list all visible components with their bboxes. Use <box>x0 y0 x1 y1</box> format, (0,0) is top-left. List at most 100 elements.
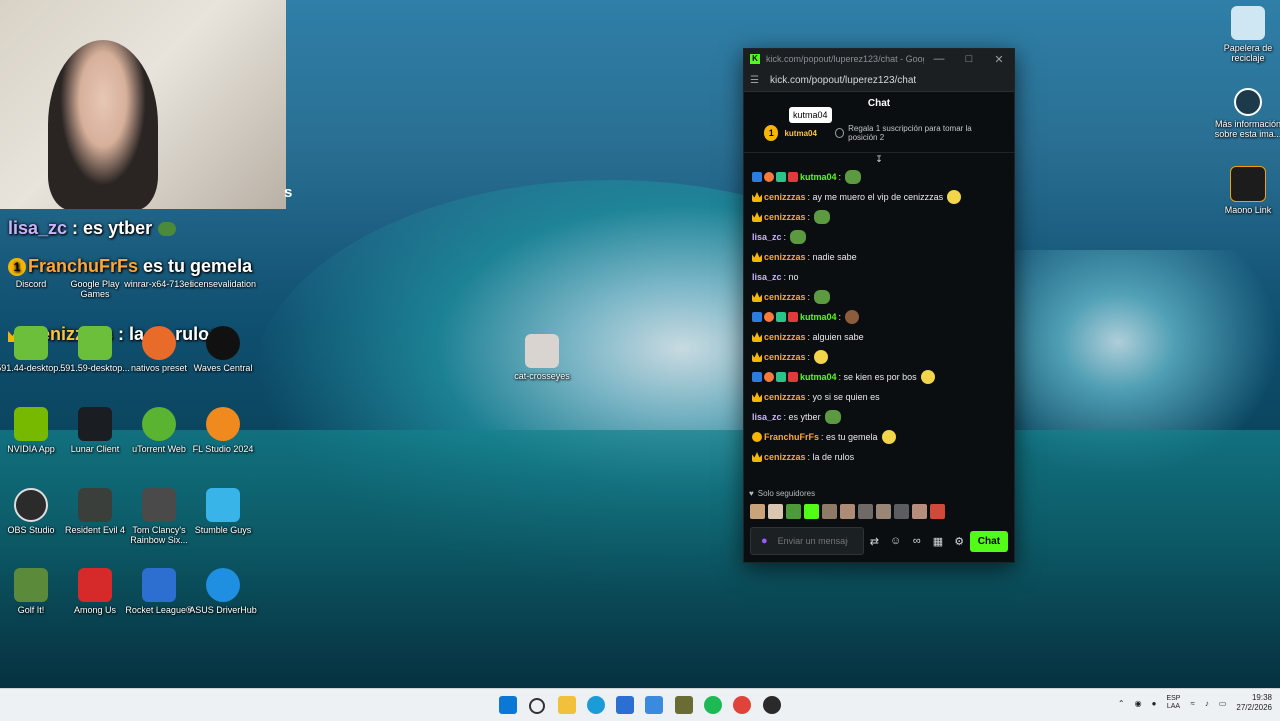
obs-taskbar-icon[interactable] <box>763 696 781 714</box>
desktop-icon-maono-link[interactable]: Maono Link <box>1210 166 1280 216</box>
chat-message: cenizzzas: <box>752 287 1006 307</box>
search-icon[interactable] <box>529 698 545 714</box>
chat-username[interactable]: lisa_zc <box>752 232 782 242</box>
og-badge-icon <box>764 372 774 382</box>
file-explorer-icon[interactable] <box>558 696 576 714</box>
outlook-icon[interactable] <box>645 696 663 714</box>
close-button[interactable]: ✕ <box>984 53 1014 66</box>
chat-message: lisa_zc: no <box>752 272 799 282</box>
windows-start-icon[interactable] <box>499 696 517 714</box>
gift-icon[interactable]: ▦ <box>927 535 948 548</box>
chat-text: es tu gemela <box>826 432 878 442</box>
chat-username[interactable]: kutma04 <box>800 372 837 382</box>
kick-logo-icon: K <box>750 54 760 64</box>
emote-icon[interactable] <box>858 504 873 519</box>
maximize-button[interactable]: □ <box>954 53 984 65</box>
emote-icon[interactable] <box>840 504 855 519</box>
emote-icon[interactable] <box>804 504 819 519</box>
moderator-badge-icon <box>752 172 762 182</box>
desktop-icon-label: Más información sobre esta ima... <box>1214 119 1280 139</box>
message-input-box[interactable]: ● <box>750 527 864 555</box>
desktop-icon-stumble-guys[interactable]: Stumble Guys <box>185 488 261 536</box>
desktop-icon-cat-crosseyes[interactable]: cat-crosseyes <box>504 334 580 382</box>
site-settings-icon[interactable]: ☰ <box>750 75 760 86</box>
chat-username[interactable]: cenizzzas <box>764 192 806 202</box>
chat-message: FranchuFrFs: es tu gemela <box>752 427 1006 447</box>
emote-icon <box>824 410 841 424</box>
chat-username[interactable]: FranchuFrFs <box>764 432 819 442</box>
emote-icon[interactable] <box>768 504 783 519</box>
chevron-up-icon[interactable]: ⌃ <box>1118 699 1125 708</box>
microphone-tray-icon[interactable]: ● <box>1152 699 1157 708</box>
desktop-icon-recycle-bin[interactable]: Papelera de reciclaje <box>1210 6 1280 64</box>
leaderboard-user[interactable]: kutma04 <box>784 129 816 138</box>
vip-badge-icon <box>776 372 786 382</box>
message-input[interactable] <box>775 535 850 547</box>
desktop-icon-asus-driverhub[interactable]: ASUS DriverHub <box>185 568 261 616</box>
emoji-icon[interactable]: ☺ <box>885 535 906 547</box>
send-chat-button[interactable]: Chat <box>969 530 1009 552</box>
spotify-icon[interactable] <box>704 696 722 714</box>
image-icon <box>525 334 559 368</box>
emote-icon[interactable] <box>894 504 909 519</box>
emote-icon <box>790 230 807 244</box>
chat-text: es ytber <box>788 412 821 422</box>
chat-username[interactable]: kutma04 <box>800 172 837 182</box>
vip-badge-icon <box>776 172 786 182</box>
chat-username[interactable]: lisa_zc <box>752 412 782 422</box>
emote-icon[interactable] <box>912 504 927 519</box>
edge-icon[interactable] <box>587 696 605 714</box>
system-tray: ⌃ ◉ ● ESP LAA ≈ ♪ ▭ 19:38 27/2/2026 <box>1118 693 1272 714</box>
desktop-icon-fl-studio[interactable]: FL Studio 2024 <box>185 407 261 455</box>
emote-icon[interactable] <box>822 504 837 519</box>
chat-message: kutma04: se kien es por bos <box>752 367 1006 387</box>
fl-studio-icon <box>206 407 240 441</box>
chat-message: cenizzzas: alguien sabe <box>752 327 1006 347</box>
chat-username[interactable]: cenizzzas <box>764 352 806 362</box>
moderator-badge-icon <box>752 372 762 382</box>
maono-icon <box>1230 166 1266 202</box>
battery-icon[interactable]: ▭ <box>1219 699 1227 708</box>
chat-username[interactable]: cenizzzas <box>764 332 806 342</box>
scroll-to-bottom-icon[interactable]: ↧ <box>744 153 1014 167</box>
minecraft-icon[interactable] <box>675 696 693 714</box>
chat-username[interactable]: cenizzzas <box>764 252 806 262</box>
camera-icon <box>1234 88 1262 116</box>
clock[interactable]: 19:38 27/2/2026 <box>1236 693 1272 714</box>
desktop-icon-licensevalidation[interactable]: licensevalidation <box>185 279 261 290</box>
taskbar: ⌃ ◉ ● ESP LAA ≈ ♪ ▭ 19:38 27/2/2026 <box>0 688 1280 721</box>
overlay-username: lisa_zc <box>8 218 68 238</box>
minimize-button[interactable]: — <box>924 53 954 65</box>
desktop-icon-label: Among Us <box>73 605 117 615</box>
wallpaper-sea <box>0 430 1280 700</box>
chat-username[interactable]: kutma04 <box>800 312 837 322</box>
nvidia-icon <box>14 407 48 441</box>
gift-subscription-prompt[interactable]: Regala 1 suscripción para tomar la posic… <box>834 124 994 142</box>
desktop-icon-spotlight-info[interactable]: Más información sobre esta ima... <box>1210 88 1280 140</box>
chat-username[interactable]: lisa_zc <box>752 272 782 282</box>
chat-username[interactable]: cenizzzas <box>764 452 806 462</box>
volume-icon[interactable]: ♪ <box>1205 699 1209 708</box>
language-indicator[interactable]: ESP LAA <box>1166 695 1180 712</box>
address-bar[interactable]: ☰ kick.com/popout/luperez123/chat <box>744 69 1014 92</box>
store-icon[interactable] <box>616 696 634 714</box>
network-icon[interactable]: ◉ <box>1135 699 1142 708</box>
desktop-icon-waves-central[interactable]: Waves Central <box>185 326 261 374</box>
desktop-icon-label: OBS Studio <box>7 525 55 535</box>
window-title: kick.com/popout/luperez123/chat - Google… <box>766 54 924 64</box>
emote-icon[interactable] <box>930 504 945 519</box>
emote-icon[interactable] <box>750 504 765 519</box>
gear-icon[interactable]: ⚙ <box>949 535 970 548</box>
chat-username[interactable]: cenizzzas <box>764 212 806 222</box>
wifi-icon[interactable]: ≈ <box>1190 699 1194 708</box>
translate-icon[interactable]: ⇄ <box>864 535 885 548</box>
chrome-icon[interactable] <box>733 696 751 714</box>
emote-icon[interactable] <box>786 504 801 519</box>
link-icon[interactable]: ∞ <box>906 535 927 547</box>
emote-icon[interactable] <box>876 504 891 519</box>
emote-quick-bar <box>750 504 945 519</box>
microphone-icon[interactable]: ● <box>761 535 768 547</box>
chat-username[interactable]: cenizzzas <box>764 292 806 302</box>
chat-username[interactable]: cenizzzas <box>764 392 806 402</box>
emote-icon <box>814 290 831 304</box>
